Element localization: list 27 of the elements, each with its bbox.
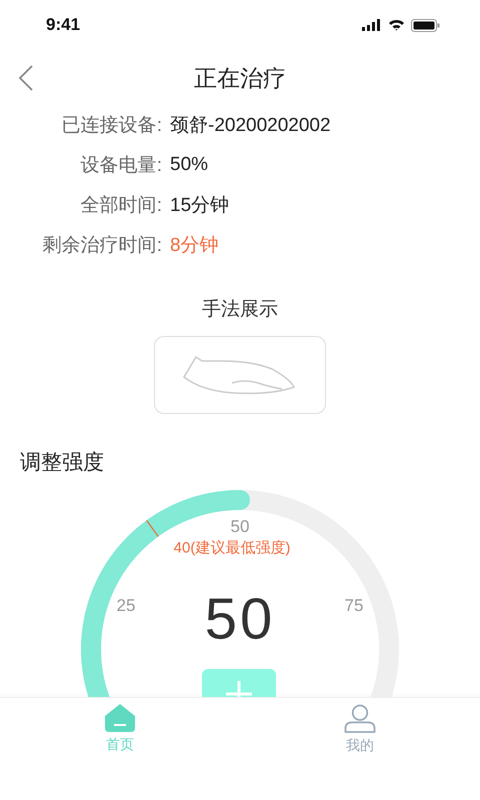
technique-card[interactable] — [154, 336, 326, 414]
section-heading: 调整强度 — [20, 450, 105, 476]
info-value: 15分钟 — [170, 194, 230, 218]
home-icon — [105, 704, 135, 732]
info-label: 全部时间: — [80, 194, 162, 218]
info-value: 50% — [170, 154, 210, 176]
info-value: 8分钟 — [170, 234, 220, 258]
status-time: 9:41 — [46, 15, 80, 35]
scale-label: 50 — [230, 517, 250, 537]
person-icon — [344, 704, 376, 733]
scale-label: 25 — [116, 596, 136, 616]
info-label: 已连接设备: — [62, 114, 162, 138]
scale-label: 75 — [344, 596, 364, 616]
section-title: 手法展示 — [202, 298, 278, 322]
wifi-icon — [388, 19, 405, 31]
info-value: 颈舒-20200202002 — [170, 114, 332, 138]
intensity-value: 50 — [204, 586, 276, 652]
page-title: 正在治疗 — [194, 64, 286, 92]
tab-item[interactable]: 我的 — [320, 698, 400, 756]
info-label: 剩余治疗时间: — [42, 234, 162, 258]
battery-icon — [411, 18, 440, 32]
signal-icon — [362, 19, 382, 31]
info-label: 设备电量: — [80, 154, 162, 178]
tab-item[interactable]: 首页 — [80, 698, 160, 756]
min-intensity-label: 40(建议最低强度) — [174, 538, 290, 558]
hand-icon — [182, 355, 298, 395]
min-marker — [146, 520, 159, 537]
